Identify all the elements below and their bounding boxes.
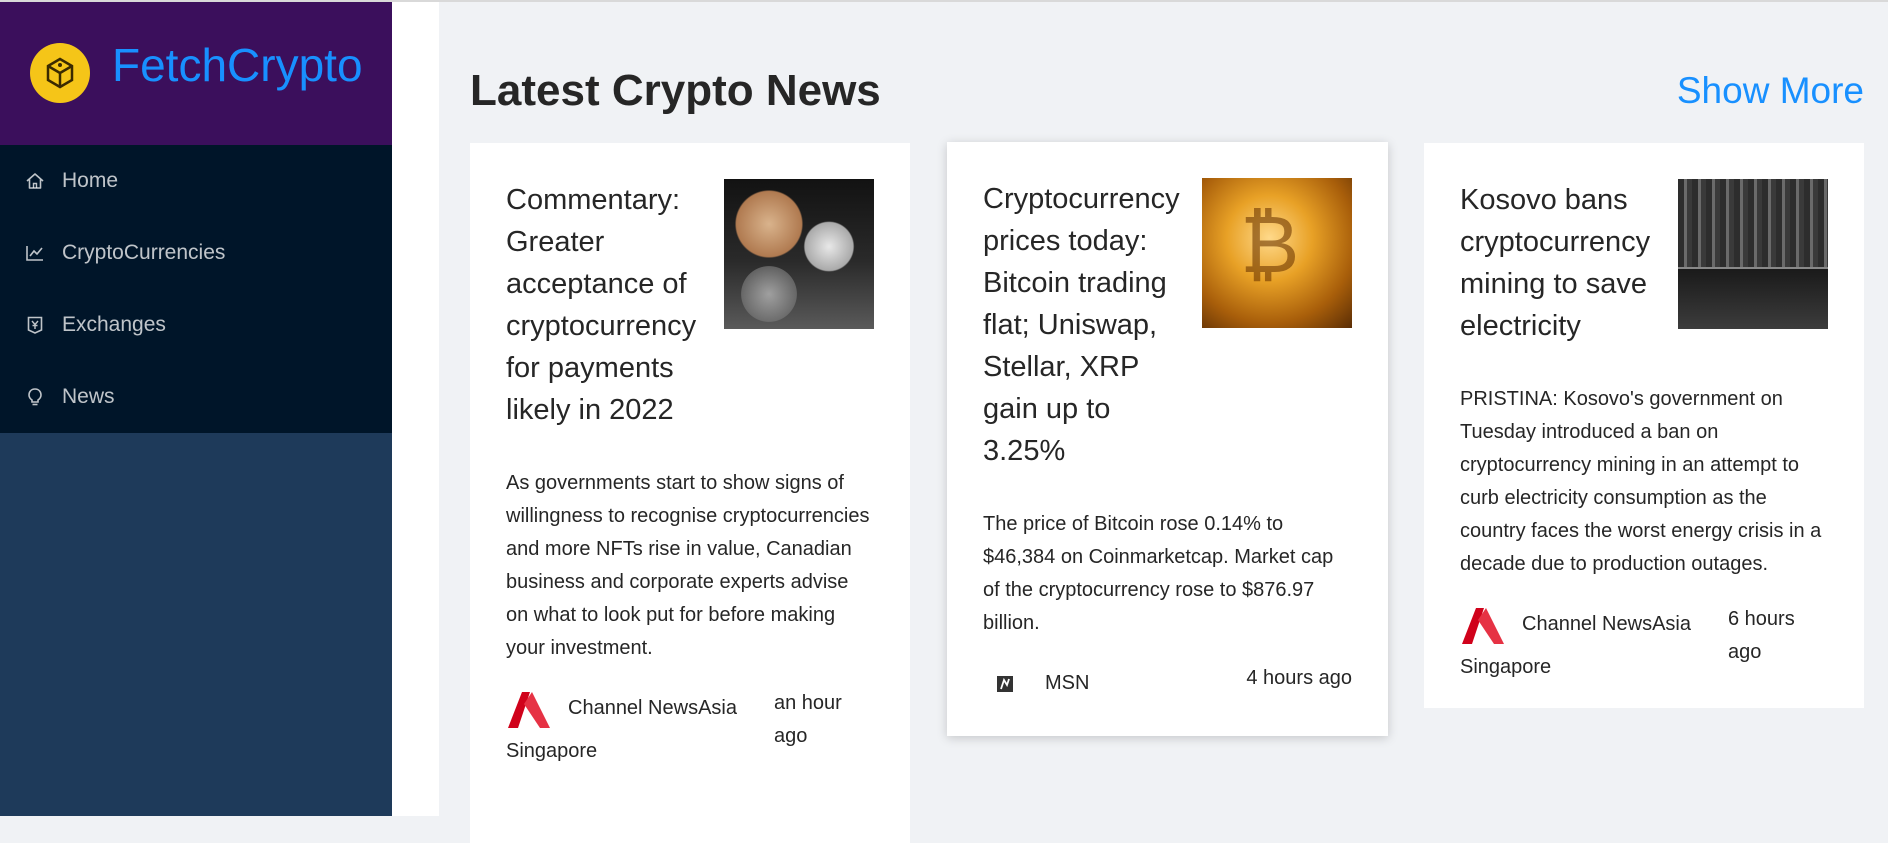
news-thumbnail xyxy=(724,179,874,329)
news-description: The price of Bitcoin rose 0.14% to $46,3… xyxy=(983,513,1334,634)
news-provider-name: MSN xyxy=(1045,672,1090,694)
msn-logo-icon xyxy=(983,663,1033,705)
news-card[interactable]: Commentary: Greater acceptance of crypto… xyxy=(470,143,910,843)
sidebar-item-label: Home xyxy=(62,169,119,192)
bulb-icon xyxy=(24,386,46,408)
home-icon xyxy=(24,170,46,192)
line-chart-icon xyxy=(24,242,46,264)
sidebar: FetchCrypto Home CryptoCurrencies Exchan… xyxy=(0,0,392,816)
news-title[interactable]: Commentary: Greater acceptance of crypto… xyxy=(506,179,721,431)
sidebar-item-cryptocurrencies[interactable]: CryptoCurrencies xyxy=(0,217,392,289)
news-provider: Channel NewsAsia Singapore xyxy=(506,687,756,772)
page-title: Latest Crypto News xyxy=(470,66,881,115)
money-collect-icon xyxy=(24,314,46,336)
sidebar-item-news[interactable]: News xyxy=(0,361,392,433)
channel-newsasia-logo-icon xyxy=(1460,604,1510,646)
nav-menu: Home CryptoCurrencies Exchanges News xyxy=(0,145,392,433)
news-thumbnail xyxy=(1202,178,1352,328)
news-description: PRISTINA: Kosovo's government on Tuesday… xyxy=(1460,388,1822,575)
show-more-link[interactable]: Show More xyxy=(1677,70,1864,112)
top-border xyxy=(0,0,1888,2)
content-gutter xyxy=(392,0,439,816)
news-provider: MSN xyxy=(983,662,1220,705)
cube-logo-icon[interactable] xyxy=(30,43,90,103)
sidebar-item-label: Exchanges xyxy=(62,313,166,336)
sidebar-item-label: CryptoCurrencies xyxy=(62,241,226,264)
sidebar-item-exchanges[interactable]: Exchanges xyxy=(0,289,392,361)
news-title[interactable]: Kosovo bans cryptocurrency mining to sav… xyxy=(1460,179,1675,347)
brand-title[interactable]: FetchCrypto xyxy=(112,38,363,92)
news-time: 4 hours ago xyxy=(1246,667,1352,689)
channel-newsasia-logo-icon xyxy=(506,688,556,730)
brand-header: FetchCrypto xyxy=(0,0,392,145)
news-time: 6 hours ago xyxy=(1728,608,1795,663)
news-thumbnail xyxy=(1678,179,1828,329)
sidebar-item-home[interactable]: Home xyxy=(0,145,392,217)
news-card[interactable]: Cryptocurrency prices today: Bitcoin tra… xyxy=(947,142,1388,736)
news-card[interactable]: Kosovo bans cryptocurrency mining to sav… xyxy=(1424,143,1864,708)
news-description: As governments start to show signs of wi… xyxy=(506,472,870,659)
sidebar-item-label: News xyxy=(62,385,115,408)
news-title[interactable]: Cryptocurrency prices today: Bitcoin tra… xyxy=(983,178,1198,472)
news-provider: Channel NewsAsia Singapore xyxy=(1460,603,1710,688)
news-time: an hour ago xyxy=(774,692,842,747)
